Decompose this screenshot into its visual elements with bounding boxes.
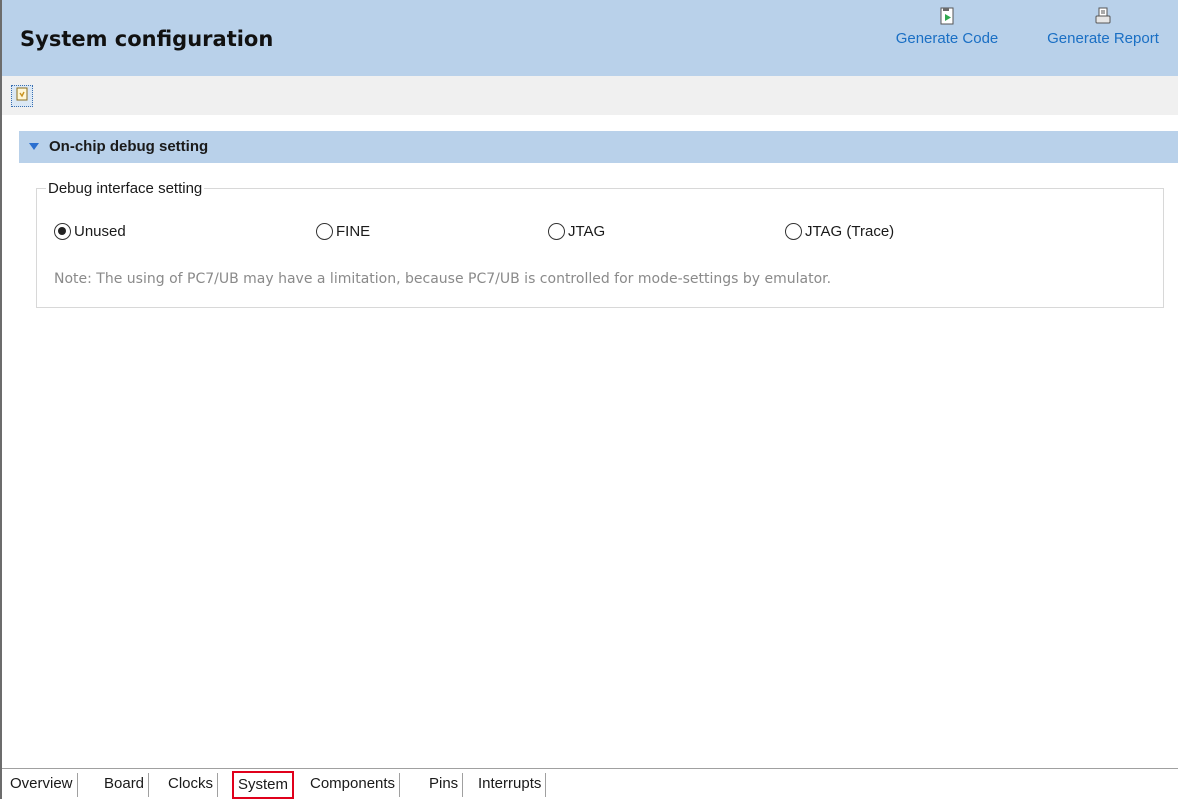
radio-jtag-trace[interactable]: JTAG (Trace) (785, 220, 894, 242)
tab-board[interactable]: Board (100, 773, 150, 797)
note-text: Note: The using of PC7/UB may have a lim… (54, 271, 832, 287)
radio-label: JTAG (568, 222, 606, 240)
tab-overview[interactable]: Overview (6, 773, 78, 797)
section-title: On-chip debug setting (49, 138, 209, 155)
radio-selected-icon[interactable] (54, 222, 71, 240)
document-icon (14, 86, 30, 106)
radio-label: Unused (74, 222, 126, 240)
tab-components[interactable]: Components (306, 773, 401, 797)
group-legend: Debug interface setting (46, 180, 205, 197)
tab-clocks[interactable]: Clocks (164, 773, 219, 797)
radio-label: JTAG (Trace) (805, 222, 895, 240)
radio-unselected-icon[interactable] (785, 222, 802, 240)
generate-report-icon (1030, 6, 1176, 26)
editor-frame: System configuration Generate Code Gener… (0, 0, 1178, 799)
radio-jtag[interactable]: JTAG (548, 220, 605, 242)
collapse-triangle-icon[interactable] (29, 143, 39, 150)
radio-unselected-icon[interactable] (316, 222, 333, 240)
page-header: System configuration Generate Code Gener… (2, 0, 1178, 76)
tab-pins[interactable]: Pins (425, 773, 464, 797)
tab-system[interactable]: System (232, 771, 295, 799)
toolbar-document-button[interactable] (11, 85, 33, 107)
radio-unused[interactable]: Unused (54, 220, 126, 242)
tab-interrupts[interactable]: Interrupts (474, 773, 547, 797)
toolbar (2, 76, 1178, 115)
radio-unselected-icon[interactable] (548, 222, 565, 240)
generate-code-button[interactable]: Generate Code (874, 6, 1020, 47)
page-title: System configuration (20, 27, 274, 51)
radio-fine[interactable]: FINE (316, 220, 370, 242)
debug-interface-group (36, 188, 1164, 308)
editor-tabbar: Overview Board Clocks System Components … (2, 768, 1178, 799)
generate-report-label: Generate Report (1047, 30, 1159, 47)
generate-report-button[interactable]: Generate Report (1030, 6, 1176, 47)
generate-code-icon (874, 6, 1020, 26)
radio-label: FINE (336, 222, 371, 240)
section-on-chip-debug[interactable]: On-chip debug setting (19, 131, 1178, 163)
generate-code-label: Generate Code (895, 30, 999, 47)
